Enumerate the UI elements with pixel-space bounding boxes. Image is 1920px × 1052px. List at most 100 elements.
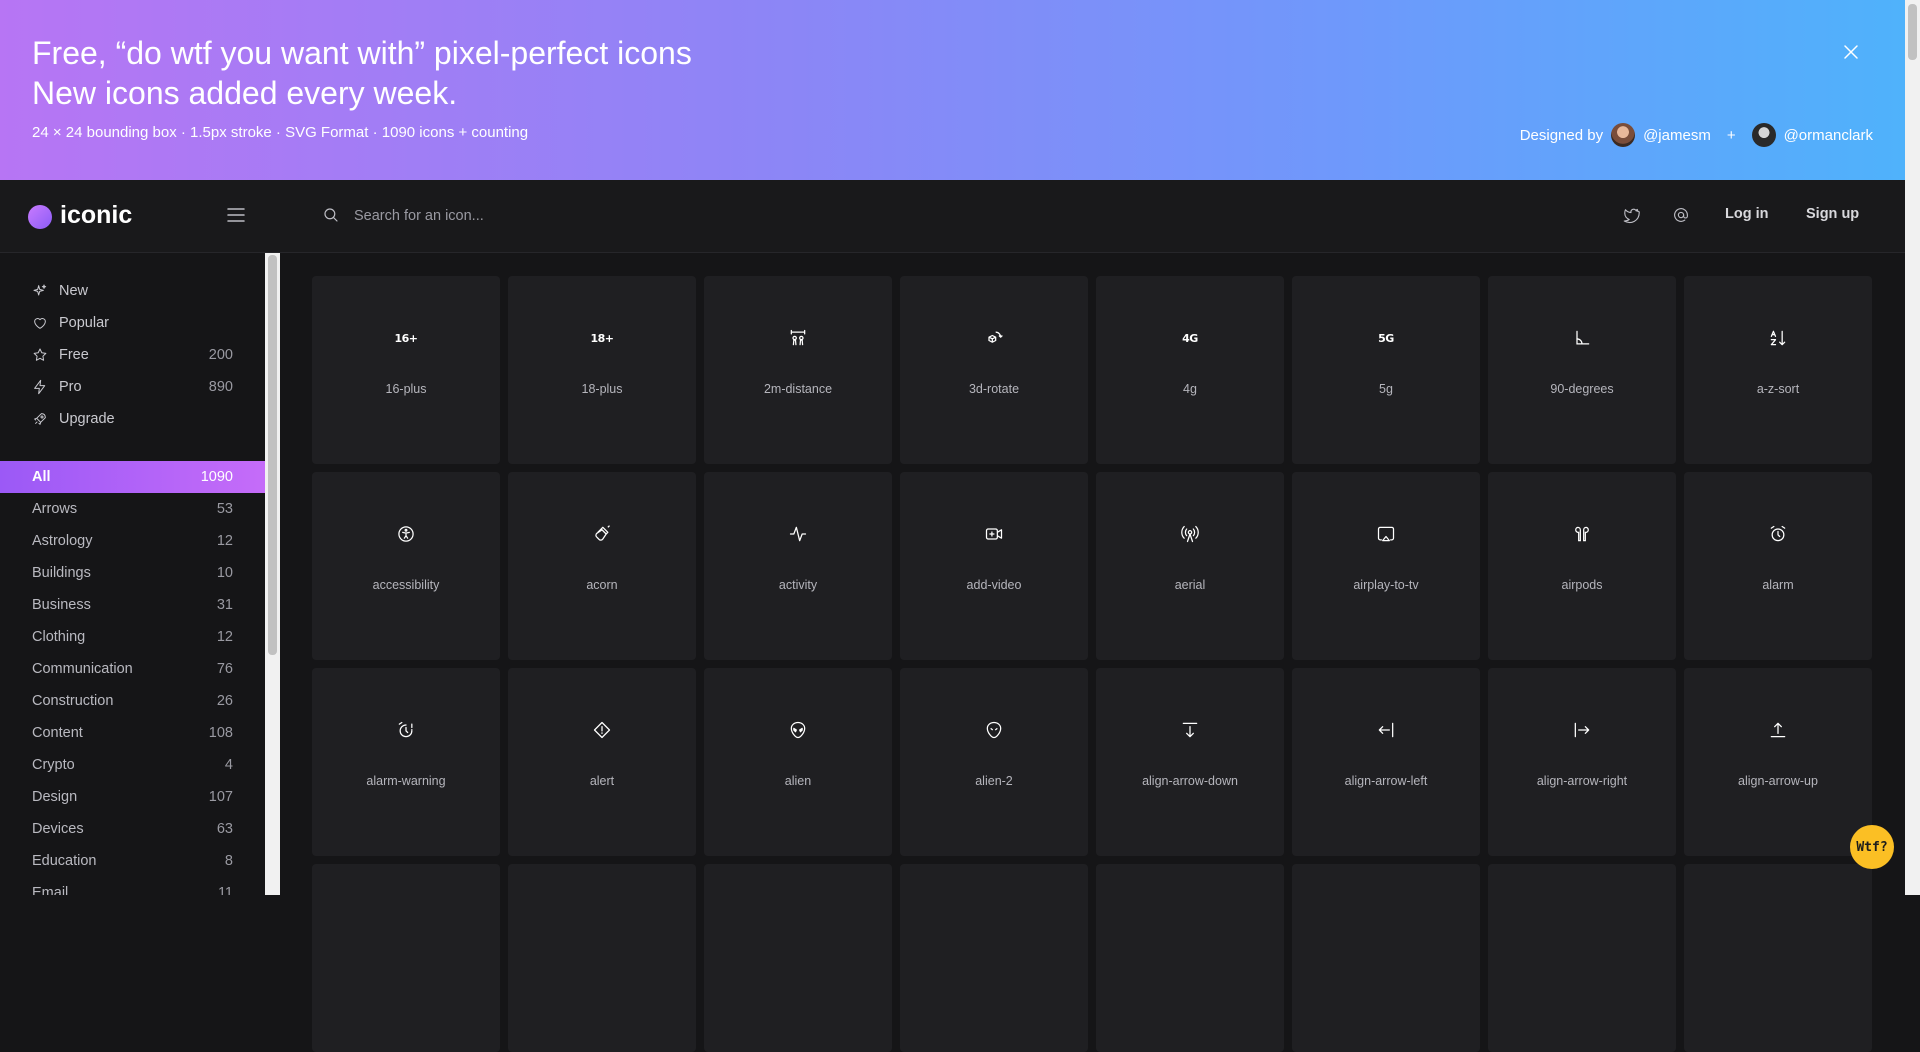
- wtf-help-button[interactable]: Wtf?: [1850, 825, 1894, 869]
- avatar: [1751, 123, 1776, 147]
- category-crypto[interactable]: Crypto 4: [0, 749, 265, 781]
- 5g-icon: 5G: [1292, 328, 1480, 348]
- icon-name: alarm: [1762, 578, 1794, 592]
- category-clothing[interactable]: Clothing 12: [0, 621, 265, 653]
- category-count: 11: [217, 885, 233, 895]
- align-arrow-right-icon: [1488, 720, 1676, 740]
- icon-tile[interactable]: activity: [704, 472, 892, 660]
- brand-name[interactable]: iconic: [60, 201, 132, 230]
- icon-tile[interactable]: [312, 864, 500, 1052]
- sidebar-item-new[interactable]: New: [0, 275, 265, 307]
- icon-tile[interactable]: airplay-to-tv: [1292, 472, 1480, 660]
- align-arrow-up-icon: [1684, 720, 1872, 740]
- category-communication[interactable]: Communication 76: [0, 653, 265, 685]
- designer-link-ormanclark[interactable]: @ormanclark: [1784, 127, 1873, 144]
- icon-tile[interactable]: alarm-warning: [312, 668, 500, 856]
- sidebar-item-popular[interactable]: Popular: [0, 307, 265, 339]
- icon-glyph-text: 5G: [1378, 331, 1394, 345]
- icon-tile[interactable]: align-arrow-left: [1292, 668, 1480, 856]
- category-construction[interactable]: Construction 26: [0, 685, 265, 717]
- icon-tile[interactable]: align-arrow-right: [1488, 668, 1676, 856]
- menu-toggle-button[interactable]: [226, 205, 246, 225]
- category-arrows[interactable]: Arrows 53: [0, 493, 265, 525]
- accessibility-icon: [312, 524, 500, 544]
- sidebar-scrollbar[interactable]: [265, 253, 280, 895]
- icon-tile[interactable]: [900, 864, 1088, 1052]
- icon-name: accessibility: [372, 578, 440, 592]
- category-label: Communication: [32, 661, 133, 677]
- category-label: Clothing: [32, 629, 86, 645]
- designer-link-jamesm[interactable]: @jamesm: [1643, 127, 1711, 144]
- category-count: 12: [216, 629, 233, 645]
- icon-tile[interactable]: 5G 5g: [1292, 276, 1480, 464]
- search-input[interactable]: [352, 202, 856, 230]
- icon-tile[interactable]: [508, 864, 696, 1052]
- icon-tile[interactable]: align-arrow-down: [1096, 668, 1284, 856]
- icon-name: alert: [589, 774, 615, 788]
- twitter-icon: [1623, 208, 1640, 224]
- icon-tile[interactable]: [1488, 864, 1676, 1052]
- category-label: Arrows: [32, 501, 78, 517]
- 18-plus-icon: 18+: [508, 328, 696, 348]
- sidebar-item-free[interactable]: Free 200: [0, 339, 265, 371]
- icon-tile[interactable]: 3d-rotate: [900, 276, 1088, 464]
- category-education[interactable]: Education 8: [0, 845, 265, 877]
- category-label: Crypto: [32, 757, 75, 773]
- icon-tile[interactable]: alarm: [1684, 472, 1872, 660]
- sidebar-item-count: 200: [208, 347, 233, 363]
- login-button[interactable]: Log in: [1725, 206, 1769, 222]
- plus-separator: +: [1726, 126, 1736, 144]
- scrollbar-thumb[interactable]: [268, 255, 277, 655]
- icon-tile[interactable]: accessibility: [312, 472, 500, 660]
- page-scrollbar[interactable]: [1905, 0, 1920, 895]
- icon-tile[interactable]: [1096, 864, 1284, 1052]
- category-email[interactable]: Email 11: [0, 877, 265, 895]
- signup-button[interactable]: Sign up: [1806, 206, 1859, 222]
- icon-tile[interactable]: alien-2: [900, 668, 1088, 856]
- icon-tile[interactable]: [1292, 864, 1480, 1052]
- category-label: Design: [32, 789, 78, 805]
- category-astrology[interactable]: Astrology 12: [0, 525, 265, 557]
- banner-title: Free, “do wtf you want with” pixel-perfe…: [32, 33, 692, 113]
- category-count: 10: [216, 565, 233, 581]
- icon-tile[interactable]: [704, 864, 892, 1052]
- icon-tile[interactable]: aerial: [1096, 472, 1284, 660]
- alert-icon: [508, 720, 696, 740]
- icon-tile[interactable]: [1684, 864, 1872, 1052]
- category-design[interactable]: Design 107: [0, 781, 265, 813]
- icon-name: airplay-to-tv: [1353, 578, 1419, 592]
- category-buildings[interactable]: Buildings 10: [0, 557, 265, 589]
- icon-name: a-z-sort: [1756, 382, 1800, 396]
- icon-name: alien: [784, 774, 812, 788]
- lightning-icon: [34, 379, 46, 395]
- alarm-warning-icon: [312, 720, 500, 740]
- category-content[interactable]: Content 108: [0, 717, 265, 749]
- category-all[interactable]: All 1090: [0, 461, 265, 493]
- close-banner-button[interactable]: [1839, 40, 1863, 64]
- airpods-icon: [1488, 524, 1676, 544]
- icon-tile[interactable]: airpods: [1488, 472, 1676, 660]
- email-link-button[interactable]: [1672, 206, 1690, 224]
- icon-tile[interactable]: align-arrow-up: [1684, 668, 1872, 856]
- scrollbar-thumb[interactable]: [1908, 4, 1917, 60]
- icon-tile[interactable]: 2m-distance: [704, 276, 892, 464]
- category-devices[interactable]: Devices 63: [0, 813, 265, 845]
- icon-tile[interactable]: alien: [704, 668, 892, 856]
- icon-tile[interactable]: 16+ 16-plus: [312, 276, 500, 464]
- category-count: 8: [224, 853, 233, 869]
- icon-tile[interactable]: add-video: [900, 472, 1088, 660]
- category-count: 12: [216, 533, 233, 549]
- icon-tile[interactable]: a-z-sort: [1684, 276, 1872, 464]
- sidebar-item-pro[interactable]: Pro 890: [0, 371, 265, 403]
- icon-tile[interactable]: alert: [508, 668, 696, 856]
- category-business[interactable]: Business 31: [0, 589, 265, 621]
- icon-tile[interactable]: acorn: [508, 472, 696, 660]
- icon-name: alarm-warning: [366, 774, 446, 788]
- icon-tile[interactable]: 90-degrees: [1488, 276, 1676, 464]
- twitter-button[interactable]: [1622, 206, 1640, 224]
- category-label: Content: [32, 725, 83, 741]
- icon-tile[interactable]: 4G 4g: [1096, 276, 1284, 464]
- category-label: Business: [32, 597, 91, 613]
- sidebar-item-upgrade[interactable]: Upgrade: [0, 403, 265, 435]
- icon-tile[interactable]: 18+ 18-plus: [508, 276, 696, 464]
